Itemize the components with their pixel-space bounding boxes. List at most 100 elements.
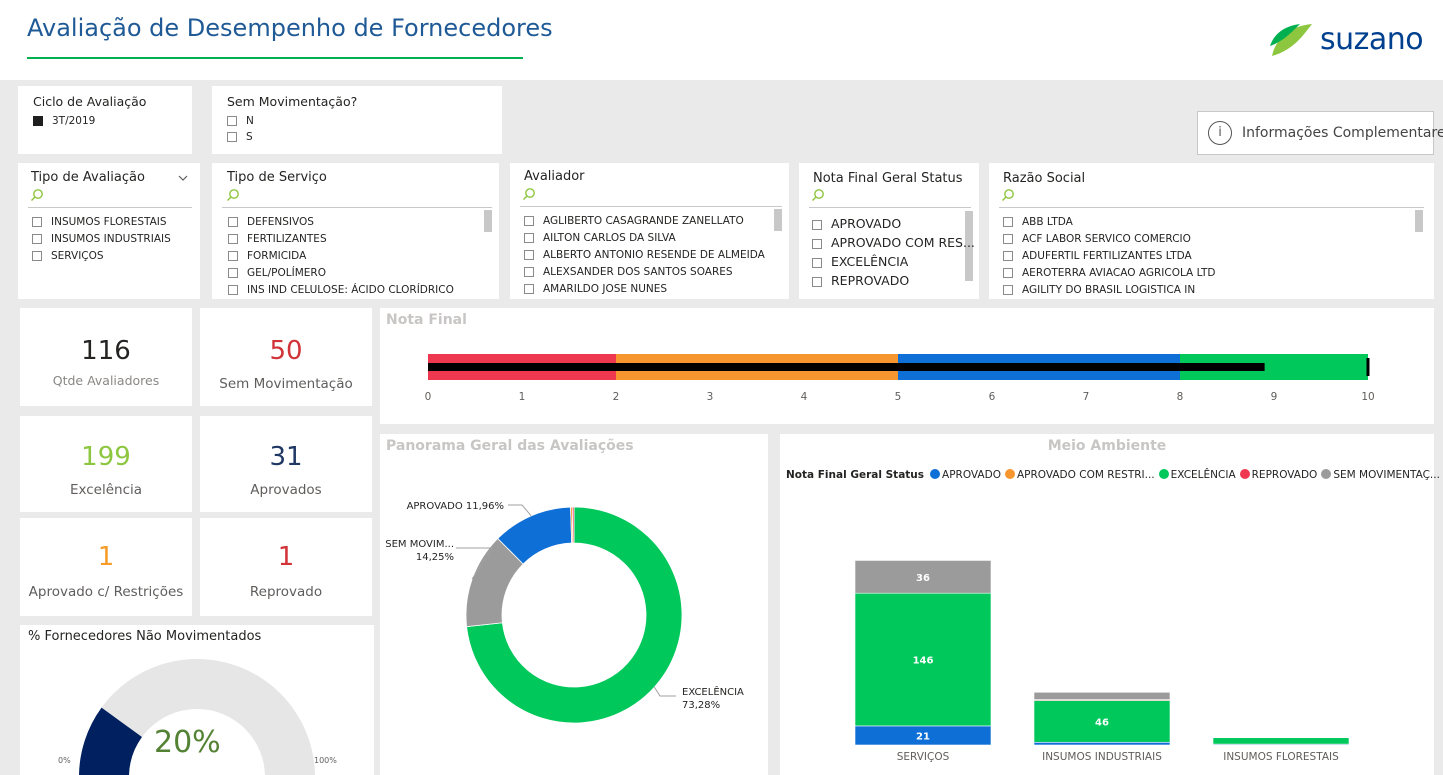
checkbox-checked-icon[interactable] (33, 116, 43, 126)
slicer-item[interactable]: GEL/POLÍMERO (228, 267, 326, 280)
checkbox-icon[interactable] (524, 250, 534, 260)
slicer-title: Nota Final Geral Status (813, 171, 963, 186)
bar-segment[interactable] (1033, 691, 1171, 700)
slicer-item[interactable]: AMARILDO JOSE NUNES (524, 283, 667, 296)
slicer-item[interactable]: FORMICIDA (228, 250, 306, 263)
meio-ambiente-card: Meio Ambiente Nota Final Geral Status APR… (780, 434, 1440, 775)
search-underline (809, 207, 971, 208)
gauge-value: 20% (154, 725, 221, 760)
panorama-card: Panorama Geral das Avaliações EXCELÊNCIA… (380, 434, 768, 775)
data-label: 36 (916, 573, 930, 584)
slice-pct: 14,25% (416, 552, 454, 563)
slicer-item[interactable]: APROVADO COM RES... (812, 235, 975, 250)
checkbox-icon[interactable] (812, 239, 822, 249)
search-icon[interactable] (226, 188, 240, 202)
slicer-item[interactable]: INSUMOS INDUSTRIAIS (32, 233, 171, 246)
slicer-item[interactable]: REPROVADO (812, 273, 909, 288)
checkbox-icon[interactable] (228, 285, 238, 295)
checkbox-icon[interactable] (1003, 217, 1013, 227)
slice-label: SEM MOVIM... (385, 539, 454, 550)
checkbox-icon[interactable] (812, 277, 822, 287)
target-marker (1366, 358, 1370, 376)
checkbox-icon[interactable] (228, 251, 238, 261)
slicer-item[interactable]: DEFENSIVOS (228, 216, 314, 229)
search-icon[interactable] (811, 188, 825, 202)
checkbox-icon[interactable] (812, 220, 822, 230)
checkbox-icon[interactable] (524, 267, 534, 277)
meio-ambiente-chart: 21 146 36 SERVIÇOS 46 INSUMOS INDUSTRIAIS INSU… (854, 560, 1350, 763)
slicer-item[interactable]: ALEXSANDER DOS SANTOS SOARES (524, 266, 733, 279)
bar-segment[interactable] (1212, 737, 1350, 745)
scrollbar[interactable] (484, 210, 492, 232)
checkbox-icon[interactable] (1003, 251, 1013, 261)
checkbox-icon[interactable] (524, 216, 534, 226)
checkbox-icon[interactable] (524, 284, 534, 294)
kpi-label: Aprovados (250, 482, 322, 498)
checkbox-icon[interactable] (228, 268, 238, 278)
slicer-item[interactable]: AEROTERRA AVIACAO AGRICOLA LTD (1003, 267, 1215, 280)
kpi-sem-movimentacao: 50 Sem Movimentação (200, 308, 372, 406)
slicer-ciclo: Ciclo de Avaliação 3T/2019 (18, 86, 192, 154)
suzano-logo: suzano (1268, 20, 1438, 64)
checkbox-icon[interactable] (1003, 268, 1013, 278)
nota-final-chart: 0 1 2 3 4 5 6 7 8 9 10 (425, 354, 1375, 403)
checkbox-icon[interactable] (32, 234, 42, 244)
slicer-item[interactable]: AILTON CARLOS DA SILVA (524, 232, 676, 245)
checkbox-icon[interactable] (228, 217, 238, 227)
kpi-label: Aprovado c/ Restrições (28, 584, 184, 600)
gauge-card: % Fornecedores Não Movimentados 20% 0% 1… (20, 625, 374, 775)
slicer-item[interactable]: SERVIÇOS (32, 250, 104, 263)
info-icon: i (1208, 121, 1232, 145)
x-tick-label: 1 (519, 391, 526, 403)
bar-segment[interactable] (1033, 741, 1171, 746)
leaf-icon (1270, 24, 1312, 56)
checkbox-icon[interactable] (227, 132, 237, 142)
checkbox-icon[interactable] (32, 251, 42, 261)
slicer-item[interactable]: INSUMOS FLORESTAIS (32, 216, 167, 229)
chevron-down-icon[interactable] (178, 175, 188, 182)
slicer-item[interactable]: ACF LABOR SERVICO COMERCIO (1003, 233, 1191, 246)
info-complementares-button[interactable]: i Informações Complementares (1197, 111, 1443, 155)
leader-line (653, 686, 676, 697)
slicer-title: Tipo de Serviço (227, 170, 327, 185)
slicer-item[interactable]: AGLIBERTO CASAGRANDE ZANELLATO (524, 215, 744, 228)
slicer-item[interactable]: FERTILIZANTES (228, 233, 327, 246)
search-icon[interactable] (522, 187, 536, 201)
slicer-nota-final-status: Nota Final Geral Status APROVADO APROVAD… (799, 163, 979, 299)
kpi-label: Sem Movimentação (219, 376, 353, 392)
slicer-item[interactable]: INS IND CELULOSE: ÁCIDO CLORÍDRICO (228, 284, 454, 297)
slicer-item-3t2019[interactable]: 3T/2019 (33, 115, 95, 128)
kpi-aprovados: 31 Aprovados (200, 416, 372, 512)
gauge-min-label: 0% (58, 756, 71, 765)
search-icon[interactable] (1001, 188, 1015, 202)
page-title: Avaliação de Desempenho de Fornecedores (27, 14, 553, 42)
slicer-item[interactable]: AGILITY DO BRASIL LOGISTICA IN (1003, 284, 1195, 297)
slicer-title: Sem Movimentação? (227, 94, 358, 109)
slicer-item[interactable]: ADUFERTIL FERTILIZANTES LTDA (1003, 250, 1192, 263)
slicer-item-s[interactable]: S (227, 131, 253, 144)
donut-slice[interactable] (571, 506, 575, 544)
kpi-value: 116 (81, 336, 131, 366)
search-icon[interactable] (30, 188, 44, 202)
checkbox-icon[interactable] (1003, 234, 1013, 244)
slicer-item[interactable]: EXCELÊNCIA (812, 254, 908, 269)
slicer-item[interactable]: ALBERTO ANTONIO RESENDE DE ALMEIDA (524, 249, 765, 262)
kpi-reprovado: 1 Reprovado (200, 518, 372, 616)
scrollbar[interactable] (1415, 210, 1423, 232)
checkbox-icon[interactable] (227, 116, 237, 126)
slicer-item-n[interactable]: N (227, 115, 254, 128)
checkbox-icon[interactable] (1003, 285, 1013, 295)
checkbox-icon[interactable] (524, 233, 534, 243)
scrollbar[interactable] (774, 209, 782, 231)
checkbox-icon[interactable] (812, 258, 822, 268)
checkbox-icon[interactable] (32, 217, 42, 227)
header-bar: Avaliação de Desempenho de Fornecedores … (0, 0, 1443, 80)
kpi-label: Reprovado (249, 584, 323, 600)
slicer-title: Avaliador (524, 169, 585, 184)
slicer-item[interactable]: APROVADO (812, 216, 901, 231)
checkbox-icon[interactable] (228, 234, 238, 244)
slicer-item[interactable]: ABB LTDA (1003, 216, 1073, 229)
data-label: 21 (916, 731, 930, 742)
slice-label: APROVADO 11,96% (407, 501, 504, 512)
search-underline (28, 207, 192, 208)
